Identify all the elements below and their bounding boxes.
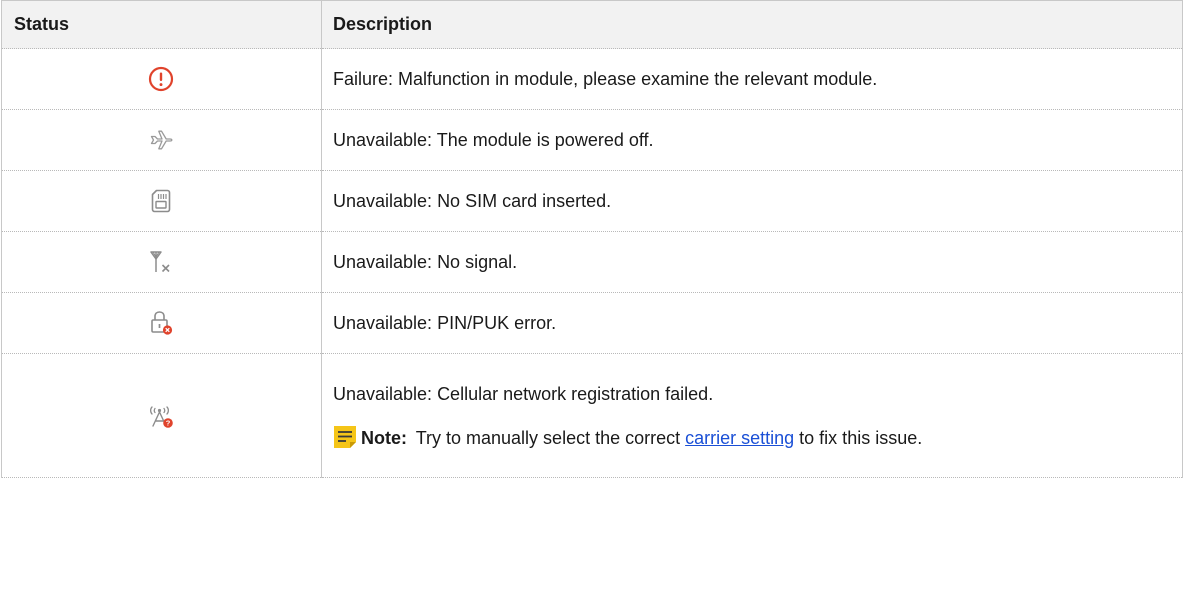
lock-error-icon (146, 308, 176, 338)
no-signal-antenna-icon (146, 247, 176, 277)
note-block: Note: Try to manually select the correct… (333, 425, 1170, 449)
description-column-header: Description (321, 0, 1183, 49)
sim-card-icon (146, 186, 176, 216)
status-cell (1, 109, 322, 171)
table-row: Failure: Malfunction in module, please e… (1, 48, 1183, 110)
row-description: Unavailable: The module is powered off. (333, 130, 654, 150)
row-description: Unavailable: No SIM card inserted. (333, 191, 612, 211)
description-cell: Unavailable: No SIM card inserted. (321, 170, 1183, 232)
description-cell: Unavailable: No signal. (321, 231, 1183, 293)
status-table-container: Status Description Failure: Malfunction … (0, 0, 1184, 616)
row-description: Unavailable: PIN/PUK error. (333, 313, 557, 333)
table-row: ? Unavailable: Cellular network registra… (1, 353, 1183, 478)
status-cell (1, 292, 322, 354)
note-text-after: to fix this issue. (794, 427, 923, 448)
svg-text:?: ? (166, 418, 171, 427)
table-row: Unavailable: PIN/PUK error. (1, 292, 1183, 354)
note-icon (333, 425, 357, 449)
status-cell (1, 48, 322, 110)
table-row: Unavailable: No signal. (1, 231, 1183, 293)
status-cell (1, 170, 322, 232)
table-row: Unavailable: No SIM card inserted. (1, 170, 1183, 232)
airplane-mode-icon (146, 125, 176, 155)
description-cell: Unavailable: The module is powered off. (321, 109, 1183, 171)
status-column-header: Status (1, 0, 322, 49)
status-table: Status Description Failure: Malfunction … (1, 0, 1183, 478)
row-description: Unavailable: Cellular network registrati… (333, 383, 714, 404)
note-text-before: Try to manually select the correct (415, 427, 686, 448)
status-cell: ? (1, 353, 322, 478)
description-cell: Unavailable: Cellular network registrati… (321, 353, 1183, 478)
status-cell (1, 231, 322, 293)
table-header-row: Status Description (1, 0, 1183, 49)
note-label: Note: (361, 427, 407, 448)
row-description: Failure: Malfunction in module, please e… (333, 69, 878, 89)
table-row: Unavailable: The module is powered off. (1, 109, 1183, 171)
description-cell: Unavailable: PIN/PUK error. (321, 292, 1183, 354)
cellular-registration-failed-icon: ? (146, 401, 176, 431)
description-cell: Failure: Malfunction in module, please e… (321, 48, 1183, 110)
carrier-setting-link[interactable]: carrier setting (685, 428, 794, 448)
failure-exclamation-icon (146, 64, 176, 94)
row-description: Unavailable: No signal. (333, 252, 518, 272)
